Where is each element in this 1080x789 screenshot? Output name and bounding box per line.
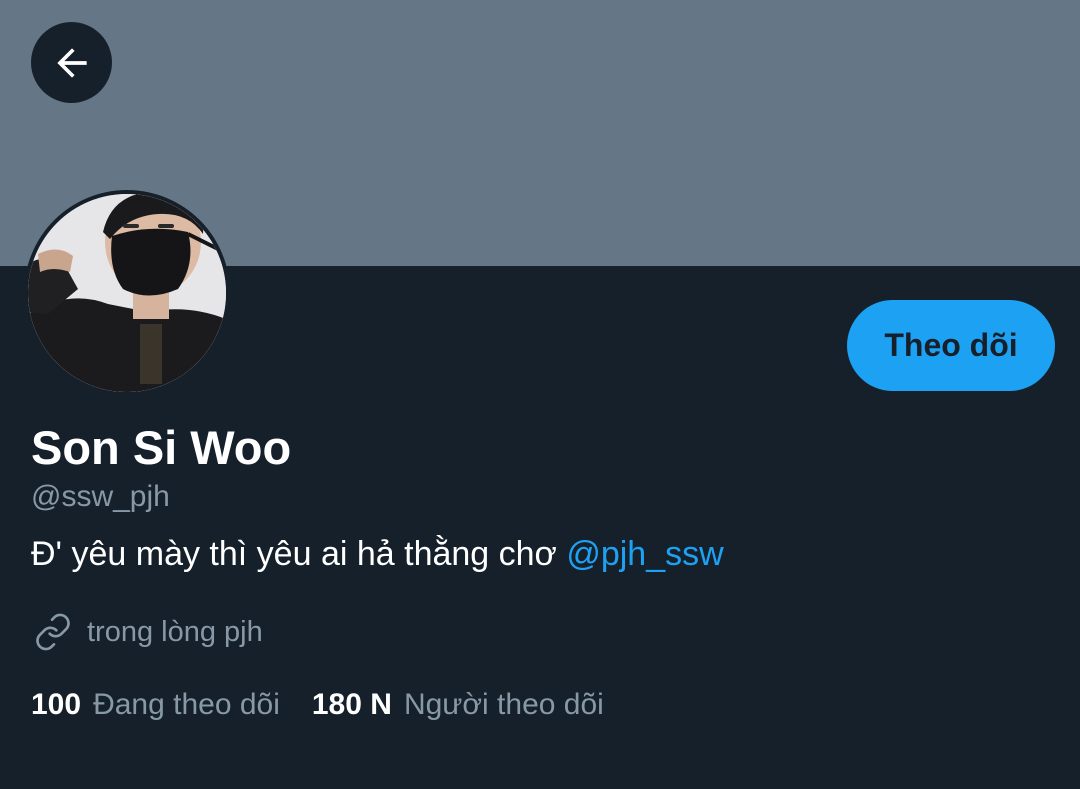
bio-text: Đ' yêu mày thì yêu ai hả thằng chơ — [31, 535, 567, 573]
website-link[interactable]: trong lòng pjh — [87, 616, 263, 649]
back-button[interactable] — [31, 22, 112, 103]
following-stat[interactable]: 100 Đang theo dõi — [31, 688, 280, 722]
following-label: Đang theo dõi — [93, 688, 280, 721]
arrow-left-icon — [56, 47, 87, 78]
bio-mention-link[interactable]: @pjh_ssw — [566, 535, 723, 573]
display-name: Son Si Woo — [31, 421, 292, 474]
link-icon — [36, 613, 70, 651]
bio: Đ' yêu mày thì yêu ai hả thằng chơ @pjh_… — [31, 535, 724, 574]
avatar[interactable] — [24, 190, 230, 396]
user-handle: @ssw_pjh — [31, 480, 170, 513]
follow-button[interactable]: Theo dõi — [847, 300, 1055, 391]
follow-stats: 100 Đang theo dõi 180 N Người theo dõi — [31, 688, 604, 722]
followers-count: 180 N — [311, 688, 392, 721]
following-count: 100 — [31, 688, 82, 721]
followers-stat[interactable]: 180 N Người theo dõi — [312, 688, 604, 722]
avatar-photo — [28, 194, 226, 392]
followers-label: Người theo dõi — [403, 688, 604, 721]
website-row[interactable]: trong lòng pjh — [33, 612, 263, 652]
avatar-illustration — [28, 194, 226, 392]
